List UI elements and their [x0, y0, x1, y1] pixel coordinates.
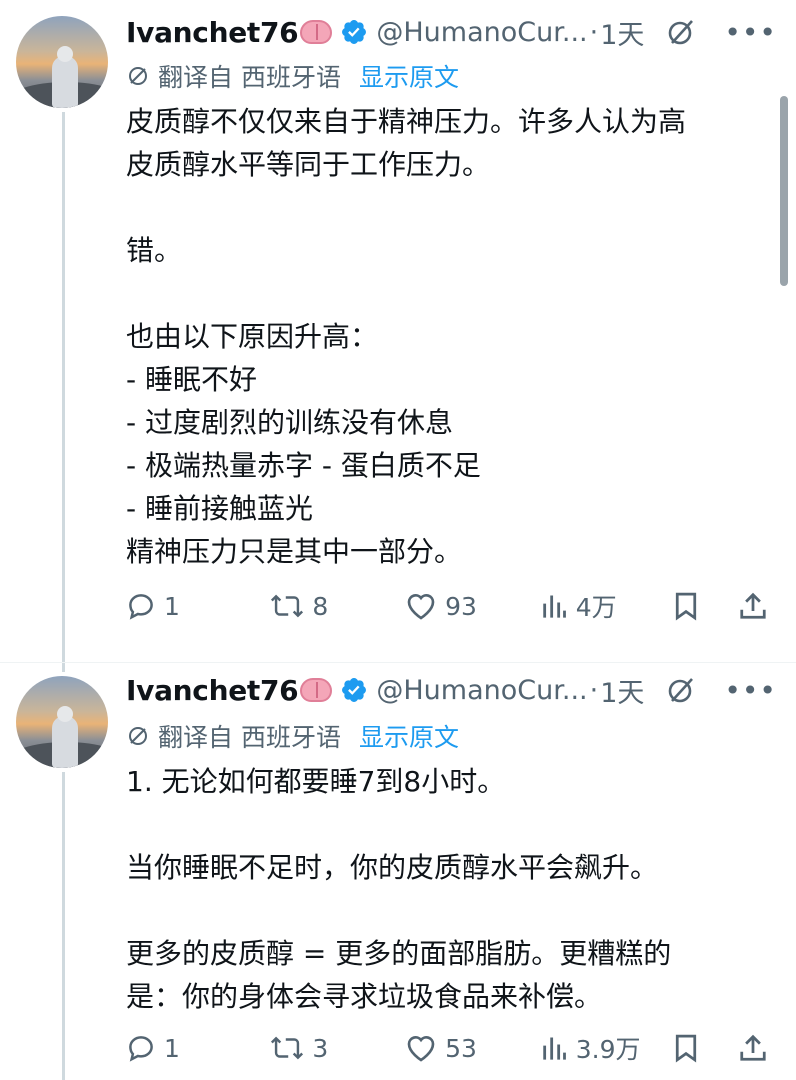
- action-bar: 1 8 93 4万: [126, 586, 776, 626]
- brain-emoji-icon: [300, 678, 333, 702]
- views-count: 4万: [575, 593, 617, 622]
- translation-label: 翻译自 西班牙语: [158, 723, 341, 752]
- views-chart-icon: [543, 595, 566, 618]
- tweet[interactable]: Ivanchet76 @HumanoCur... · 1天 ••• 翻译自 西班…: [0, 664, 796, 1080]
- tweet[interactable]: Ivanchet76 @HumanoCur... · 1天 ••• 翻译自 西班…: [0, 0, 796, 660]
- tweet-divider: [0, 662, 796, 663]
- avatar[interactable]: [16, 16, 108, 108]
- views-button[interactable]: 3.9万: [540, 1030, 671, 1066]
- translation-notice: 翻译自 西班牙语 显示原文: [126, 718, 459, 754]
- retweet-button[interactable]: 3: [270, 1033, 405, 1063]
- bookmark-icon: [675, 592, 696, 621]
- translate-icon: [129, 727, 147, 745]
- author-name[interactable]: Ivanchet76: [126, 16, 299, 49]
- like-count: 53: [445, 1033, 477, 1063]
- avatar[interactable]: [16, 676, 108, 768]
- share-icon: [740, 1034, 766, 1061]
- more-icon[interactable]: •••: [724, 674, 777, 707]
- heart-icon: [407, 594, 435, 620]
- reply-icon: [129, 1036, 153, 1062]
- tweet-text: 1. 无论如何都要睡7到8小时。 当你睡眠不足时，你的皮质醇水平会飙升。 更多的…: [126, 765, 672, 1013]
- tweet-text: 皮质醇不仅仅来自于精神压力。许多人认为高 皮质醇水平等同于工作压力。 错。 也由…: [126, 105, 687, 568]
- tweet-feed: Ivanchet76 @HumanoCur... · 1天 ••• 翻译自 西班…: [0, 0, 796, 1080]
- share-icon: [740, 592, 766, 619]
- grok-icon[interactable]: [666, 17, 696, 47]
- timestamp[interactable]: 1天: [600, 13, 644, 52]
- heart-icon: [407, 1036, 435, 1062]
- tweet-header: Ivanchet76 @HumanoCur... · 1天 •••: [126, 670, 780, 710]
- action-bar: 1 3 53 3.9万: [126, 1028, 776, 1068]
- timestamp[interactable]: 1天: [600, 671, 644, 710]
- author-name[interactable]: Ivanchet76: [126, 674, 299, 707]
- separator-dot: ·: [589, 674, 599, 706]
- bookmark-button[interactable]: [671, 590, 738, 622]
- reply-count: 1: [164, 1033, 180, 1063]
- scrollbar[interactable]: [780, 96, 788, 286]
- more-icon[interactable]: •••: [724, 16, 777, 49]
- grok-icon[interactable]: [666, 675, 696, 705]
- bookmark-icon: [675, 1034, 696, 1063]
- retweet-icon: [271, 1036, 304, 1060]
- show-original-link[interactable]: 显示原文: [359, 58, 459, 94]
- views-button[interactable]: 4万: [540, 588, 671, 624]
- translation-label: 翻译自 西班牙语: [158, 63, 341, 92]
- reply-count: 1: [164, 591, 180, 621]
- share-button[interactable]: [738, 590, 776, 622]
- like-button[interactable]: 53: [405, 1033, 540, 1063]
- retweet-count: 3: [312, 1033, 329, 1063]
- reply-icon: [129, 594, 153, 620]
- separator-dot: ·: [589, 16, 599, 48]
- translation-notice: 翻译自 西班牙语 显示原文: [126, 58, 459, 94]
- retweet-button[interactable]: 8: [270, 591, 405, 621]
- reply-button[interactable]: 1: [126, 1033, 270, 1063]
- tweet-header: Ivanchet76 @HumanoCur... · 1天 •••: [126, 12, 780, 52]
- author-handle[interactable]: @HumanoCur...: [376, 17, 587, 48]
- brain-emoji-icon: [300, 20, 333, 44]
- translate-icon: [129, 67, 147, 85]
- author-handle[interactable]: @HumanoCur...: [376, 675, 587, 706]
- share-button[interactable]: [738, 1032, 776, 1064]
- verified-badge-icon: [342, 20, 367, 44]
- reply-button[interactable]: 1: [126, 591, 270, 621]
- like-count: 93: [445, 591, 477, 621]
- retweet-icon: [271, 594, 304, 618]
- show-original-link[interactable]: 显示原文: [359, 718, 459, 754]
- views-chart-icon: [543, 1037, 566, 1060]
- verified-badge-icon: [342, 678, 367, 702]
- bookmark-button[interactable]: [671, 1032, 738, 1064]
- like-button[interactable]: 93: [405, 591, 540, 621]
- views-count: 3.9万: [575, 1035, 641, 1064]
- retweet-count: 8: [312, 591, 329, 621]
